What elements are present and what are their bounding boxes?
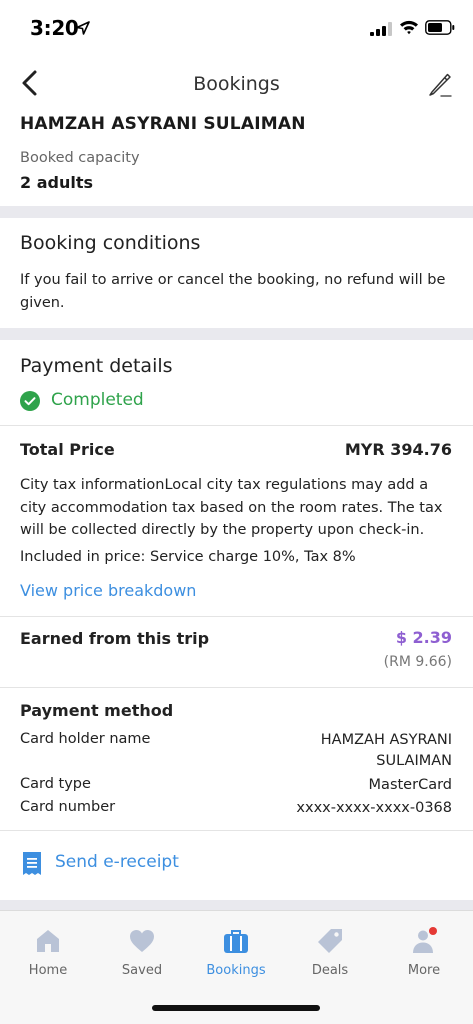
check-circle-icon [20,391,40,411]
card-number-label: Card number [20,799,116,815]
card-holder-value: HAMZAH ASYRANI SULAIMAN [321,730,452,772]
receipt-icon [23,852,41,875]
tab-bookings-label: Bookings [206,963,266,978]
divider [0,616,473,617]
tab-home-label: Home [28,963,68,978]
payment-details-title: Payment details [20,355,173,377]
edit-pen-icon[interactable] [426,70,454,98]
navigation-header: Bookings [0,58,473,110]
total-price-label: Total Price [20,440,115,459]
card-type-label: Card type [20,776,91,792]
page-title: Bookings [193,73,280,95]
cellular-signal-icon [370,22,392,36]
earned-value: $ 2.39 [395,628,452,647]
wifi-icon [400,20,418,35]
battery-icon [425,20,455,35]
status-bar: 3:20 [0,0,473,58]
total-price-value: MYR 394.76 [344,440,452,459]
section-divider [0,206,473,218]
tab-deals[interactable]: Deals [283,927,377,987]
send-e-receipt-label: Send e-receipt [55,852,179,872]
view-price-breakdown-link[interactable]: View price breakdown [20,581,196,600]
tab-bookings[interactable]: Bookings [189,927,283,987]
card-number-value: xxxx-xxxx-xxxx-0368 [296,800,452,816]
earned-label: Earned from this trip [20,629,210,648]
person-icon [413,927,437,953]
payment-status-text: Completed [51,390,144,410]
briefcase-icon [224,930,248,953]
payment-method-title: Payment method [20,701,174,720]
section-divider [0,328,473,340]
divider [0,830,473,831]
card-holder-value-line1: HAMZAH ASYRANI [320,732,452,748]
card-type-value: MasterCard [368,777,452,793]
tab-saved[interactable]: Saved [95,927,189,987]
section-divider [0,900,473,910]
home-indicator [152,1005,320,1011]
earned-sub-value: (RM 9.66) [383,654,452,670]
tab-more[interactable]: More [377,927,471,987]
booked-capacity-value: 2 adults [20,173,93,192]
heart-icon [130,930,154,952]
guest-name: HAMZAH ASYRANI SULAIMAN [20,114,306,134]
booking-conditions-text: If you fail to arrive or cancel the book… [20,272,446,311]
divider [0,687,473,688]
tab-saved-label: Saved [121,963,163,978]
home-icon [37,930,59,952]
tab-home[interactable]: Home [1,927,95,987]
tab-deals-label: Deals [311,963,349,978]
status-time: 3:20 [30,16,79,40]
booked-capacity-label: Booked capacity [20,150,140,166]
tab-more-label: More [407,963,441,978]
city-tax-info: City tax informationLocal city tax regul… [20,477,443,538]
card-holder-value-line2: SULAIMAN [376,753,452,769]
included-in-price: Included in price: Service charge 10%, T… [20,549,356,565]
divider [0,425,473,426]
tag-icon [318,929,342,953]
booking-conditions-title: Booking conditions [20,232,201,254]
location-arrow-icon [76,21,90,35]
card-holder-label: Card holder name [20,731,151,747]
notification-badge [429,927,437,935]
back-arrow-icon[interactable] [14,66,46,100]
